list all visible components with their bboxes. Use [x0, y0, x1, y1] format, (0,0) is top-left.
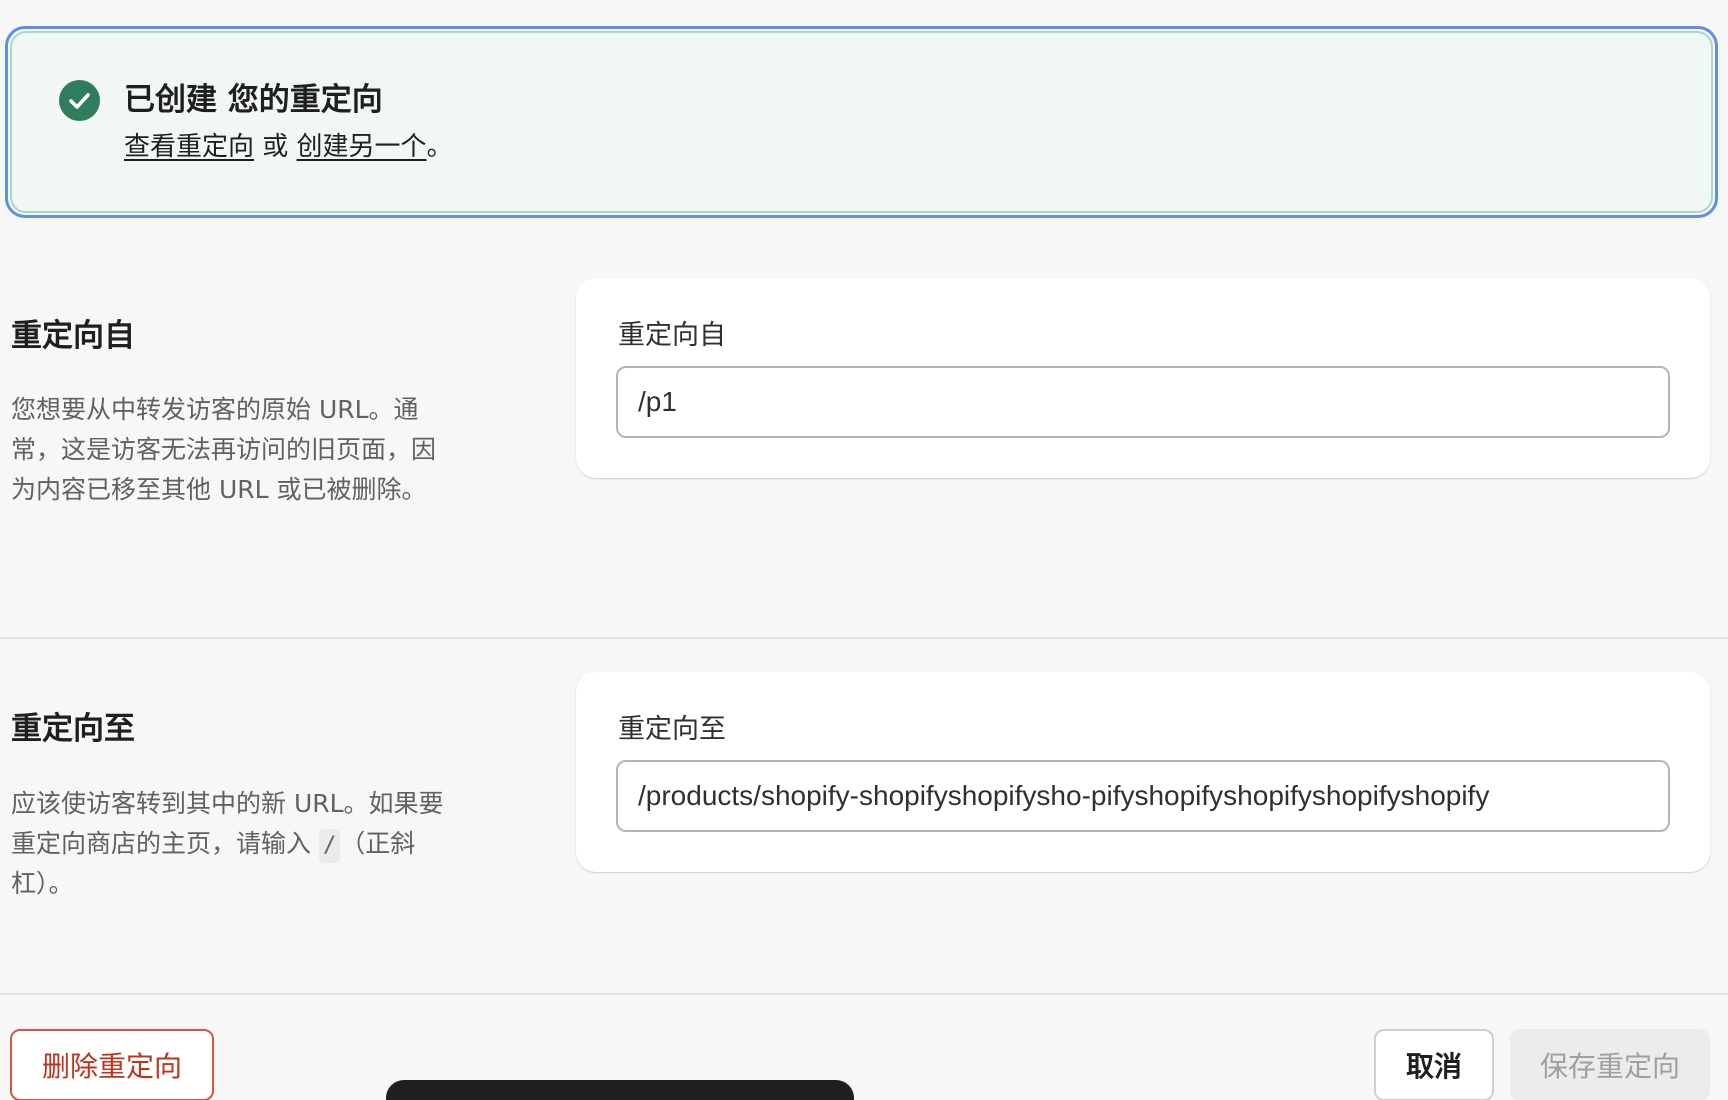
redirect-from-card: 重定向自 — [576, 278, 1710, 478]
view-redirects-link[interactable]: 查看重定向 — [124, 132, 254, 162]
redirect-to-label: 重定向至 — [618, 714, 726, 745]
footer-divider — [0, 993, 1728, 995]
forward-slash-code: / — [318, 829, 341, 863]
check-circle-icon — [59, 80, 100, 121]
save-redirect-button[interactable]: 保存重定向 — [1510, 1029, 1710, 1100]
redirect-to-description: 应该使访客转到其中的新 URL。如果要重定向商店的主页，请输入 / （正斜杠）。 — [11, 784, 451, 904]
redirect-from-label: 重定向自 — [618, 320, 726, 351]
banner-title: 已创建 您的重定向 — [124, 82, 383, 118]
banner-or-text: 或 — [254, 132, 297, 162]
redirect-edit-page: 已创建 您的重定向 查看重定向 或 创建另一个。 重定向自 您想要从中转发访客的… — [0, 0, 1728, 1100]
section-divider — [0, 637, 1728, 639]
banner-period: 。 — [426, 132, 453, 162]
redirect-to-heading: 重定向至 — [11, 711, 135, 747]
cancel-button[interactable]: 取消 — [1374, 1029, 1494, 1100]
redirect-to-card: 重定向至 — [576, 672, 1710, 872]
banner-message: 查看重定向 或 创建另一个。 — [124, 128, 453, 166]
redirect-from-input[interactable] — [616, 366, 1670, 438]
toast-bar — [386, 1080, 854, 1100]
success-banner — [10, 31, 1713, 213]
create-another-link[interactable]: 创建另一个 — [297, 132, 427, 162]
redirect-from-heading: 重定向自 — [11, 318, 135, 354]
redirect-to-input[interactable] — [616, 760, 1670, 832]
delete-redirect-button[interactable]: 删除重定向 — [10, 1029, 214, 1100]
redirect-from-description: 您想要从中转发访客的原始 URL。通常，这是访客无法再访问的旧页面，因为内容已移… — [11, 395, 437, 504]
